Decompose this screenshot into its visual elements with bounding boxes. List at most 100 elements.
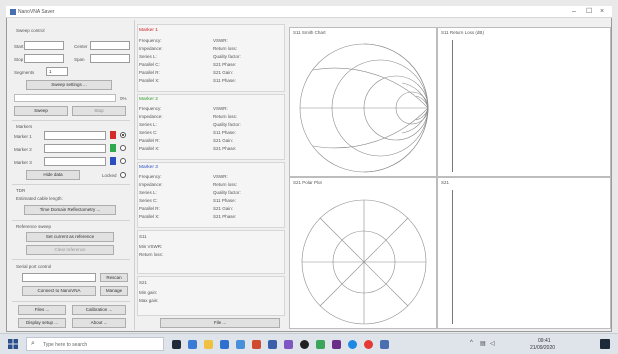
marker-1-title: Marker 1 (139, 28, 158, 33)
control-panel: Sweep control Start Center Stop Span Seg… (8, 20, 134, 330)
app-icon[interactable] (300, 340, 309, 349)
edge-icon[interactable] (188, 340, 197, 349)
tray-chevron-icon[interactable]: ^ (470, 340, 473, 346)
marker-field-label: Parallel R: (139, 138, 160, 143)
about-button[interactable]: About ... (72, 318, 126, 328)
app-icon[interactable] (348, 340, 357, 349)
marker-field-label: S21 Gain: (213, 70, 234, 75)
sweep-header: Sweep control (16, 28, 45, 33)
progress-text: 0% (120, 96, 127, 101)
marker-3-color-swatch[interactable] (110, 157, 116, 165)
marker-2-color-swatch[interactable] (110, 144, 116, 152)
marker-1-color-swatch[interactable] (110, 131, 116, 139)
sweep-button[interactable]: Sweep (14, 106, 68, 116)
manage-button[interactable]: Manage (100, 286, 128, 296)
app-icon[interactable] (316, 340, 325, 349)
marker-1-label: Marker 1 (14, 134, 32, 139)
marker-2-radio[interactable] (120, 145, 126, 151)
marker-1-field[interactable] (44, 131, 106, 140)
nanovna-saver-taskbar-icon[interactable] (380, 340, 389, 349)
locked-radio[interactable] (120, 172, 126, 178)
set-reference-button[interactable]: Set current as reference (26, 232, 114, 242)
marker-3-label: Marker 3 (14, 160, 32, 165)
polar-plot-panel[interactable]: S21 Polar Plot (289, 177, 437, 329)
divider (12, 120, 130, 121)
return-loss-panel[interactable]: S11 Return Loss (dB) (437, 27, 611, 177)
smith-chart-panel[interactable]: S11 Smith Chart (289, 27, 437, 177)
divider (12, 220, 130, 221)
marker-field-label: Impedance: (139, 46, 163, 51)
marker-field-label: Parallel C: (139, 62, 160, 67)
app-icon[interactable] (268, 340, 277, 349)
calibration-button[interactable]: Calibration ... (72, 305, 126, 315)
span-field[interactable] (90, 54, 130, 63)
task-view-icon[interactable] (172, 340, 181, 349)
display-setup-button[interactable]: Display setup ... (18, 318, 66, 328)
divider (12, 259, 130, 260)
gain-plot-panel[interactable]: S21 (437, 177, 611, 329)
app-icon[interactable] (252, 340, 261, 349)
return-loss-title: S11 Return Loss (dB) (441, 30, 484, 35)
taskbar-search-box[interactable]: ⌕ Type here to search (26, 337, 164, 351)
marker-field-label: Series L: (139, 190, 157, 195)
segments-field[interactable]: 1 (46, 67, 68, 76)
connect-button[interactable]: Connect to NanoVNA (22, 286, 96, 296)
window-title: NanoVNA Saver (18, 9, 55, 15)
marker-1-radio[interactable] (120, 132, 126, 138)
marker-3-title: Marker 3 (139, 165, 158, 170)
serial-port-field[interactable] (22, 273, 96, 282)
marker-field-label: Return loss: (213, 114, 238, 119)
sweep-settings-button[interactable]: Sweep settings ... (26, 80, 112, 90)
marker-field-label: Impedance: (139, 114, 163, 119)
s21-summary-panel (137, 276, 285, 316)
marker-field-label: S21 Phase: (213, 146, 237, 151)
search-icon: ⌕ (31, 340, 35, 347)
marker-data-column: Marker 1 Frequency: Impedance: Series L:… (135, 20, 287, 320)
center-label: Center (74, 44, 88, 49)
s21-header: S21 (139, 280, 148, 285)
tdr-header: TDR (16, 188, 26, 193)
stop-sweep-button[interactable]: Stop (72, 106, 126, 116)
app-icon[interactable] (284, 340, 293, 349)
marker-field-label: S21 Phase: (213, 214, 237, 219)
clock-time[interactable]: 09:41 (538, 338, 551, 344)
title-bar: NanoVNA Saver – ☐ × (6, 6, 612, 18)
rescan-button[interactable]: Rescan (100, 273, 128, 282)
marker-3-radio[interactable] (120, 158, 126, 164)
minimize-button[interactable]: – (572, 8, 576, 16)
file-explorer-icon[interactable] (204, 340, 213, 349)
y-axis (452, 190, 453, 324)
tdr-button[interactable]: Time Domain Reflectometry ... (24, 205, 116, 215)
reference-header: Reference sweep (16, 224, 52, 229)
marker-field-label: Parallel X: (139, 78, 160, 83)
center-field[interactable] (90, 41, 130, 50)
y-axis (452, 40, 453, 172)
maximize-button[interactable]: ☐ (586, 8, 592, 16)
volume-icon[interactable]: ◁ (490, 340, 495, 347)
close-button[interactable]: × (600, 8, 604, 16)
marker-field-label: Series C: (139, 130, 158, 135)
files-button[interactable]: Files ... (18, 305, 66, 315)
file-button[interactable]: File ... (160, 318, 280, 328)
notification-icon[interactable] (600, 339, 610, 349)
store-icon[interactable] (220, 340, 229, 349)
app-icon[interactable] (364, 340, 373, 349)
marker-field-label: VSWR: (213, 38, 228, 43)
marker-field-label: Frequency: (139, 106, 162, 111)
divider (12, 301, 130, 302)
stop-field[interactable] (24, 54, 64, 63)
hide-data-button[interactable]: Hide data (26, 170, 80, 180)
start-field[interactable] (24, 41, 64, 50)
span-label: Span (74, 57, 85, 62)
marker-3-field[interactable] (44, 157, 106, 166)
mail-icon[interactable] (236, 340, 245, 349)
network-icon[interactable]: ▤ (480, 340, 486, 347)
marker-field-label: Quality factor: (213, 122, 241, 127)
app-icon[interactable] (332, 340, 341, 349)
marker-field-label: Parallel X: (139, 146, 160, 151)
clock-date[interactable]: 21/09/2020 (530, 345, 555, 351)
clear-reference-button[interactable]: Clear reference (26, 245, 114, 255)
marker-field-label: Series C: (139, 198, 158, 203)
windows-start-icon[interactable] (8, 339, 18, 349)
marker-2-field[interactable] (44, 144, 106, 153)
